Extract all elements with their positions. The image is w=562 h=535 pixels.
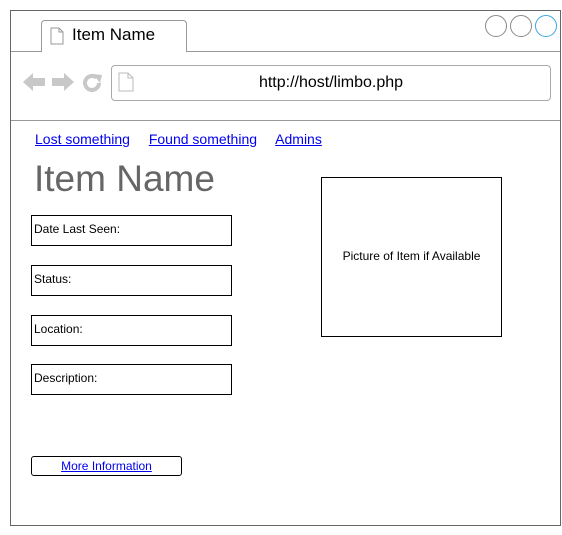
- location-field[interactable]: Location:: [31, 315, 232, 346]
- browser-window: Item Name http://host/limbo.php Lost som…: [10, 10, 561, 526]
- more-information-button[interactable]: More Information: [31, 456, 182, 476]
- address-bar[interactable]: http://host/limbo.php: [111, 65, 551, 101]
- nav-link-admins[interactable]: Admins: [275, 131, 322, 147]
- window-close-icon[interactable]: [485, 15, 507, 37]
- window-maximize-icon[interactable]: [535, 15, 557, 37]
- page-title: Item Name: [34, 158, 215, 199]
- browser-toolbar: http://host/limbo.php: [11, 52, 560, 121]
- field-label: Description:: [34, 371, 98, 385]
- page-icon: [50, 27, 64, 50]
- description-field[interactable]: Description:: [31, 364, 232, 395]
- nav-link-found-something[interactable]: Found something: [149, 131, 257, 147]
- nav-links: Lost something Found something Admins: [35, 131, 337, 147]
- tab-title: Item Name: [72, 25, 156, 44]
- back-arrow-icon[interactable]: [23, 72, 45, 97]
- tab-bar: Item Name: [11, 11, 560, 52]
- picture-placeholder-text: Picture of Item if Available: [342, 249, 481, 263]
- field-label: Date Last Seen:: [34, 222, 121, 236]
- date-last-seen-field[interactable]: Date Last Seen:: [31, 215, 232, 246]
- reload-icon[interactable]: [81, 72, 103, 99]
- url-text: http://host/limbo.php: [258, 74, 404, 91]
- tab-item-name[interactable]: Item Name: [41, 20, 187, 52]
- item-picture: Picture of Item if Available: [321, 177, 502, 337]
- field-label: Status:: [34, 272, 72, 286]
- more-information-label: More Information: [61, 459, 152, 473]
- status-field[interactable]: Status:: [31, 265, 232, 296]
- nav-link-lost-something[interactable]: Lost something: [35, 131, 130, 147]
- window-minimize-icon[interactable]: [510, 15, 532, 37]
- field-label: Location:: [34, 322, 83, 336]
- forward-arrow-icon[interactable]: [52, 72, 74, 97]
